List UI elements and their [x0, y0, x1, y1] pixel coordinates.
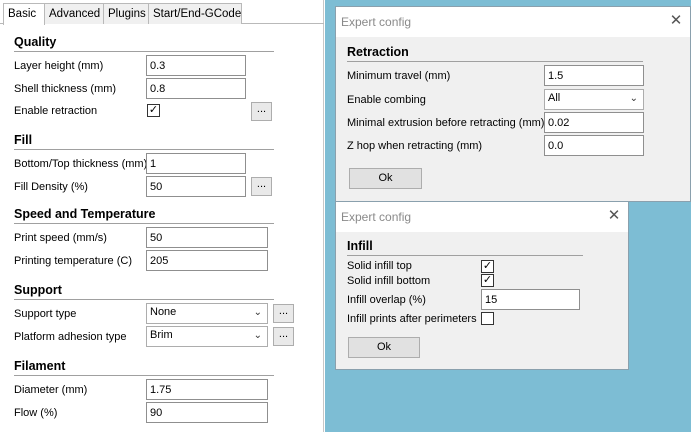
layer-height-label: Layer height (mm) [14, 60, 104, 72]
ok-button[interactable]: Ok [349, 168, 422, 189]
enable-combing-label: Enable combing [347, 94, 426, 106]
section-divider [347, 61, 643, 62]
expert-config-retraction-dialog: Expert config ✕ Retraction Minimum trave… [335, 6, 691, 202]
dialog-title: Expert config [341, 210, 412, 224]
diameter-field[interactable] [146, 379, 268, 400]
shell-thickness-label: Shell thickness (mm) [14, 83, 117, 95]
print-temp-label: Printing temperature (C) [14, 255, 132, 267]
enable-retraction-label: Enable retraction [14, 105, 98, 117]
solid-infill-top-checkbox[interactable]: ✓ [481, 260, 494, 273]
tab-advanced[interactable]: Advanced [44, 3, 104, 24]
solid-infill-top-label: Solid infill top [347, 260, 412, 272]
solid-infill-bottom-label: Solid infill bottom [347, 275, 431, 287]
diameter-label: Diameter (mm) [14, 384, 88, 396]
chevron-down-icon: ⌄ [629, 93, 638, 104]
print-temp-field[interactable] [146, 250, 268, 271]
tab-bar: Basic Advanced Plugins Start/End-GCode [0, 3, 324, 25]
shell-thickness-field[interactable] [146, 78, 246, 99]
enable-combing-select[interactable]: All ⌄ [544, 89, 644, 110]
support-type-label: Support type [14, 308, 77, 320]
tab-plugins[interactable]: Plugins [103, 3, 149, 24]
section-divider [14, 299, 274, 300]
min-travel-field[interactable] [544, 65, 644, 86]
flow-field[interactable] [146, 402, 268, 423]
retraction-expert-button[interactable]: ... [251, 102, 272, 121]
platform-adhesion-select[interactable]: Brim ⌄ [146, 326, 268, 347]
section-divider [14, 51, 274, 52]
layer-height-field[interactable] [146, 55, 246, 76]
print-speed-label: Print speed (mm/s) [14, 232, 107, 244]
adhesion-expert-button[interactable]: ... [273, 327, 294, 346]
tab-basic[interactable]: Basic [3, 3, 45, 25]
retraction-section-title: Retraction [347, 45, 409, 59]
min-extrusion-label: Minimal extrusion before retracting (mm) [347, 117, 545, 129]
dialog-titlebar[interactable]: Expert config ✕ [336, 7, 690, 37]
fill-expert-button[interactable]: ... [251, 177, 272, 196]
print-speed-field[interactable] [146, 227, 268, 248]
min-travel-label: Minimum travel (mm) [347, 70, 451, 82]
enable-retraction-checkbox[interactable]: ✓ [147, 104, 160, 117]
section-divider [14, 223, 274, 224]
infill-overlap-label: Infill overlap (%) [347, 294, 426, 306]
infill-section-title: Infill [347, 239, 373, 253]
solid-infill-bottom-checkbox[interactable]: ✓ [481, 274, 494, 287]
section-support-title: Support [14, 283, 62, 297]
settings-panel: Basic Advanced Plugins Start/End-GCode Q… [0, 0, 324, 432]
zhop-field[interactable] [544, 135, 644, 156]
fill-density-field[interactable] [146, 176, 246, 197]
fill-density-label: Fill Density (%) [14, 181, 88, 193]
enable-combing-value: All [548, 92, 561, 104]
chevron-down-icon: ⌄ [253, 330, 262, 341]
expert-config-infill-dialog: Expert config ✕ Infill Solid infill top … [335, 201, 629, 370]
support-type-value: None [150, 306, 177, 318]
bottom-top-thickness-label: Bottom/Top thickness (mm) [14, 158, 148, 170]
min-extrusion-field[interactable] [544, 112, 644, 133]
infill-overlap-field[interactable] [481, 289, 580, 310]
ok-button[interactable]: Ok [348, 337, 420, 358]
section-fill-title: Fill [14, 133, 33, 147]
tab-start-end-gcode[interactable]: Start/End-GCode [148, 3, 242, 24]
close-icon[interactable]: ✕ [666, 11, 686, 31]
dialog-title: Expert config [341, 15, 412, 29]
close-icon[interactable]: ✕ [604, 206, 624, 226]
section-quality-title: Quality [14, 35, 57, 49]
support-expert-button[interactable]: ... [273, 304, 294, 323]
support-type-select[interactable]: None ⌄ [146, 303, 268, 324]
platform-adhesion-label: Platform adhesion type [14, 331, 127, 343]
zhop-label: Z hop when retracting (mm) [347, 140, 483, 152]
section-speed-title: Speed and Temperature [14, 207, 156, 221]
section-divider [347, 255, 583, 256]
bottom-top-thickness-field[interactable] [146, 153, 246, 174]
section-filament-title: Filament [14, 359, 66, 373]
dialog-titlebar[interactable]: Expert config ✕ [336, 202, 628, 232]
infill-after-perimeters-checkbox[interactable] [481, 312, 494, 325]
chevron-down-icon: ⌄ [253, 307, 262, 318]
section-divider [14, 375, 274, 376]
platform-adhesion-value: Brim [150, 329, 173, 341]
flow-label: Flow (%) [14, 407, 58, 419]
infill-after-perimeters-label: Infill prints after perimeters [347, 313, 477, 325]
section-divider [14, 149, 274, 150]
